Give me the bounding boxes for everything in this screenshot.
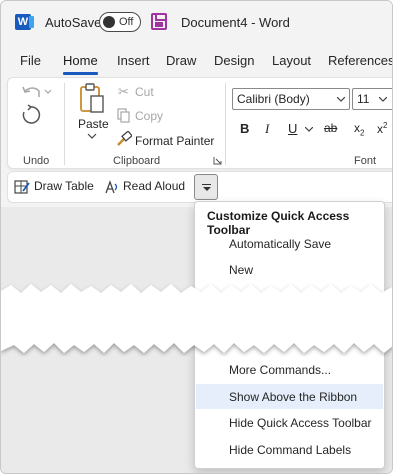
strikethrough-button[interactable]: ab <box>324 121 337 135</box>
active-tab-indicator <box>63 72 98 75</box>
draw-table-button[interactable]: Draw Table <box>34 179 94 193</box>
autosave-label: AutoSave <box>45 15 102 30</box>
read-aloud-icon[interactable] <box>104 179 120 195</box>
chevron-down-icon <box>379 97 387 102</box>
menu-item-new[interactable]: New <box>229 263 253 277</box>
cut-icon[interactable]: ✂ <box>118 84 129 100</box>
italic-button[interactable]: I <box>265 121 269 137</box>
font-size-value: 11 <box>357 92 370 106</box>
underline-button[interactable]: U <box>288 121 297 136</box>
word-window: W AutoSave Off Document4 - Word File Hom… <box>0 0 393 474</box>
copy-label[interactable]: Copy <box>135 109 163 123</box>
tab-file[interactable]: File <box>20 53 41 68</box>
font-name-value: Calibri (Body) <box>237 92 310 106</box>
save-icon[interactable] <box>151 13 167 30</box>
subscript-button[interactable]: x2 <box>354 121 364 137</box>
paste-dropdown-icon[interactable] <box>87 133 97 139</box>
format-painter-label[interactable]: Format Painter <box>135 134 214 148</box>
title-bar: W AutoSave Off Document4 - Word <box>1 1 392 45</box>
tab-design[interactable]: Design <box>214 53 254 68</box>
paste-label[interactable]: Paste <box>78 117 109 131</box>
tab-insert[interactable]: Insert <box>117 53 150 68</box>
ribbon-separator <box>225 83 226 165</box>
clipboard-group-label: Clipboard <box>113 155 161 167</box>
font-size-box[interactable]: 11 <box>352 88 392 110</box>
ribbon-separator <box>64 83 65 165</box>
autosave-state: Off <box>119 16 134 28</box>
tab-layout[interactable]: Layout <box>272 53 311 68</box>
undo-icon[interactable] <box>21 83 51 101</box>
redo-icon[interactable] <box>20 104 42 126</box>
customize-qat-dropdown-button[interactable] <box>194 174 218 200</box>
format-painter-icon[interactable] <box>116 131 132 147</box>
underline-dropdown-icon[interactable] <box>305 127 313 132</box>
undo-group-label: Undo <box>23 155 50 167</box>
torn-edge-divider <box>1 284 392 353</box>
font-group-label: Font <box>354 155 377 167</box>
menu-title: Customize Quick Access Toolbar <box>207 209 350 237</box>
menu-item-more-commands[interactable]: More Commands... <box>229 363 331 377</box>
word-logo-icon: W <box>15 14 34 30</box>
cut-label[interactable]: Cut <box>135 85 154 99</box>
menu-item-hide-command-labels[interactable]: Hide Command Labels <box>229 443 351 457</box>
read-aloud-button[interactable]: Read Aloud <box>123 179 185 193</box>
bold-button[interactable]: B <box>240 121 249 136</box>
menu-item-automatically-save[interactable]: Automatically Save <box>229 237 331 251</box>
tab-references[interactable]: References <box>328 53 392 68</box>
superscript-button[interactable]: x2 <box>377 121 387 136</box>
copy-icon[interactable] <box>117 108 131 123</box>
menu-item-hide-qat[interactable]: Hide Quick Access Toolbar <box>229 416 372 430</box>
draw-table-icon[interactable] <box>14 179 30 195</box>
paste-icon[interactable] <box>79 83 105 115</box>
chevron-down-icon <box>337 97 345 102</box>
clipboard-launcher-icon[interactable] <box>213 156 222 165</box>
document-title: Document4 - Word <box>181 15 290 30</box>
font-name-box[interactable]: Calibri (Body) <box>232 88 350 110</box>
tab-draw[interactable]: Draw <box>166 53 196 68</box>
toggle-knob <box>103 16 115 28</box>
menu-item-show-above-ribbon[interactable]: Show Above the Ribbon <box>229 390 357 404</box>
autosave-toggle[interactable]: Off <box>99 12 141 32</box>
tab-home[interactable]: Home <box>63 53 98 68</box>
ribbon-tabs: File Home Insert Draw Design Layout Refe… <box>1 45 392 77</box>
